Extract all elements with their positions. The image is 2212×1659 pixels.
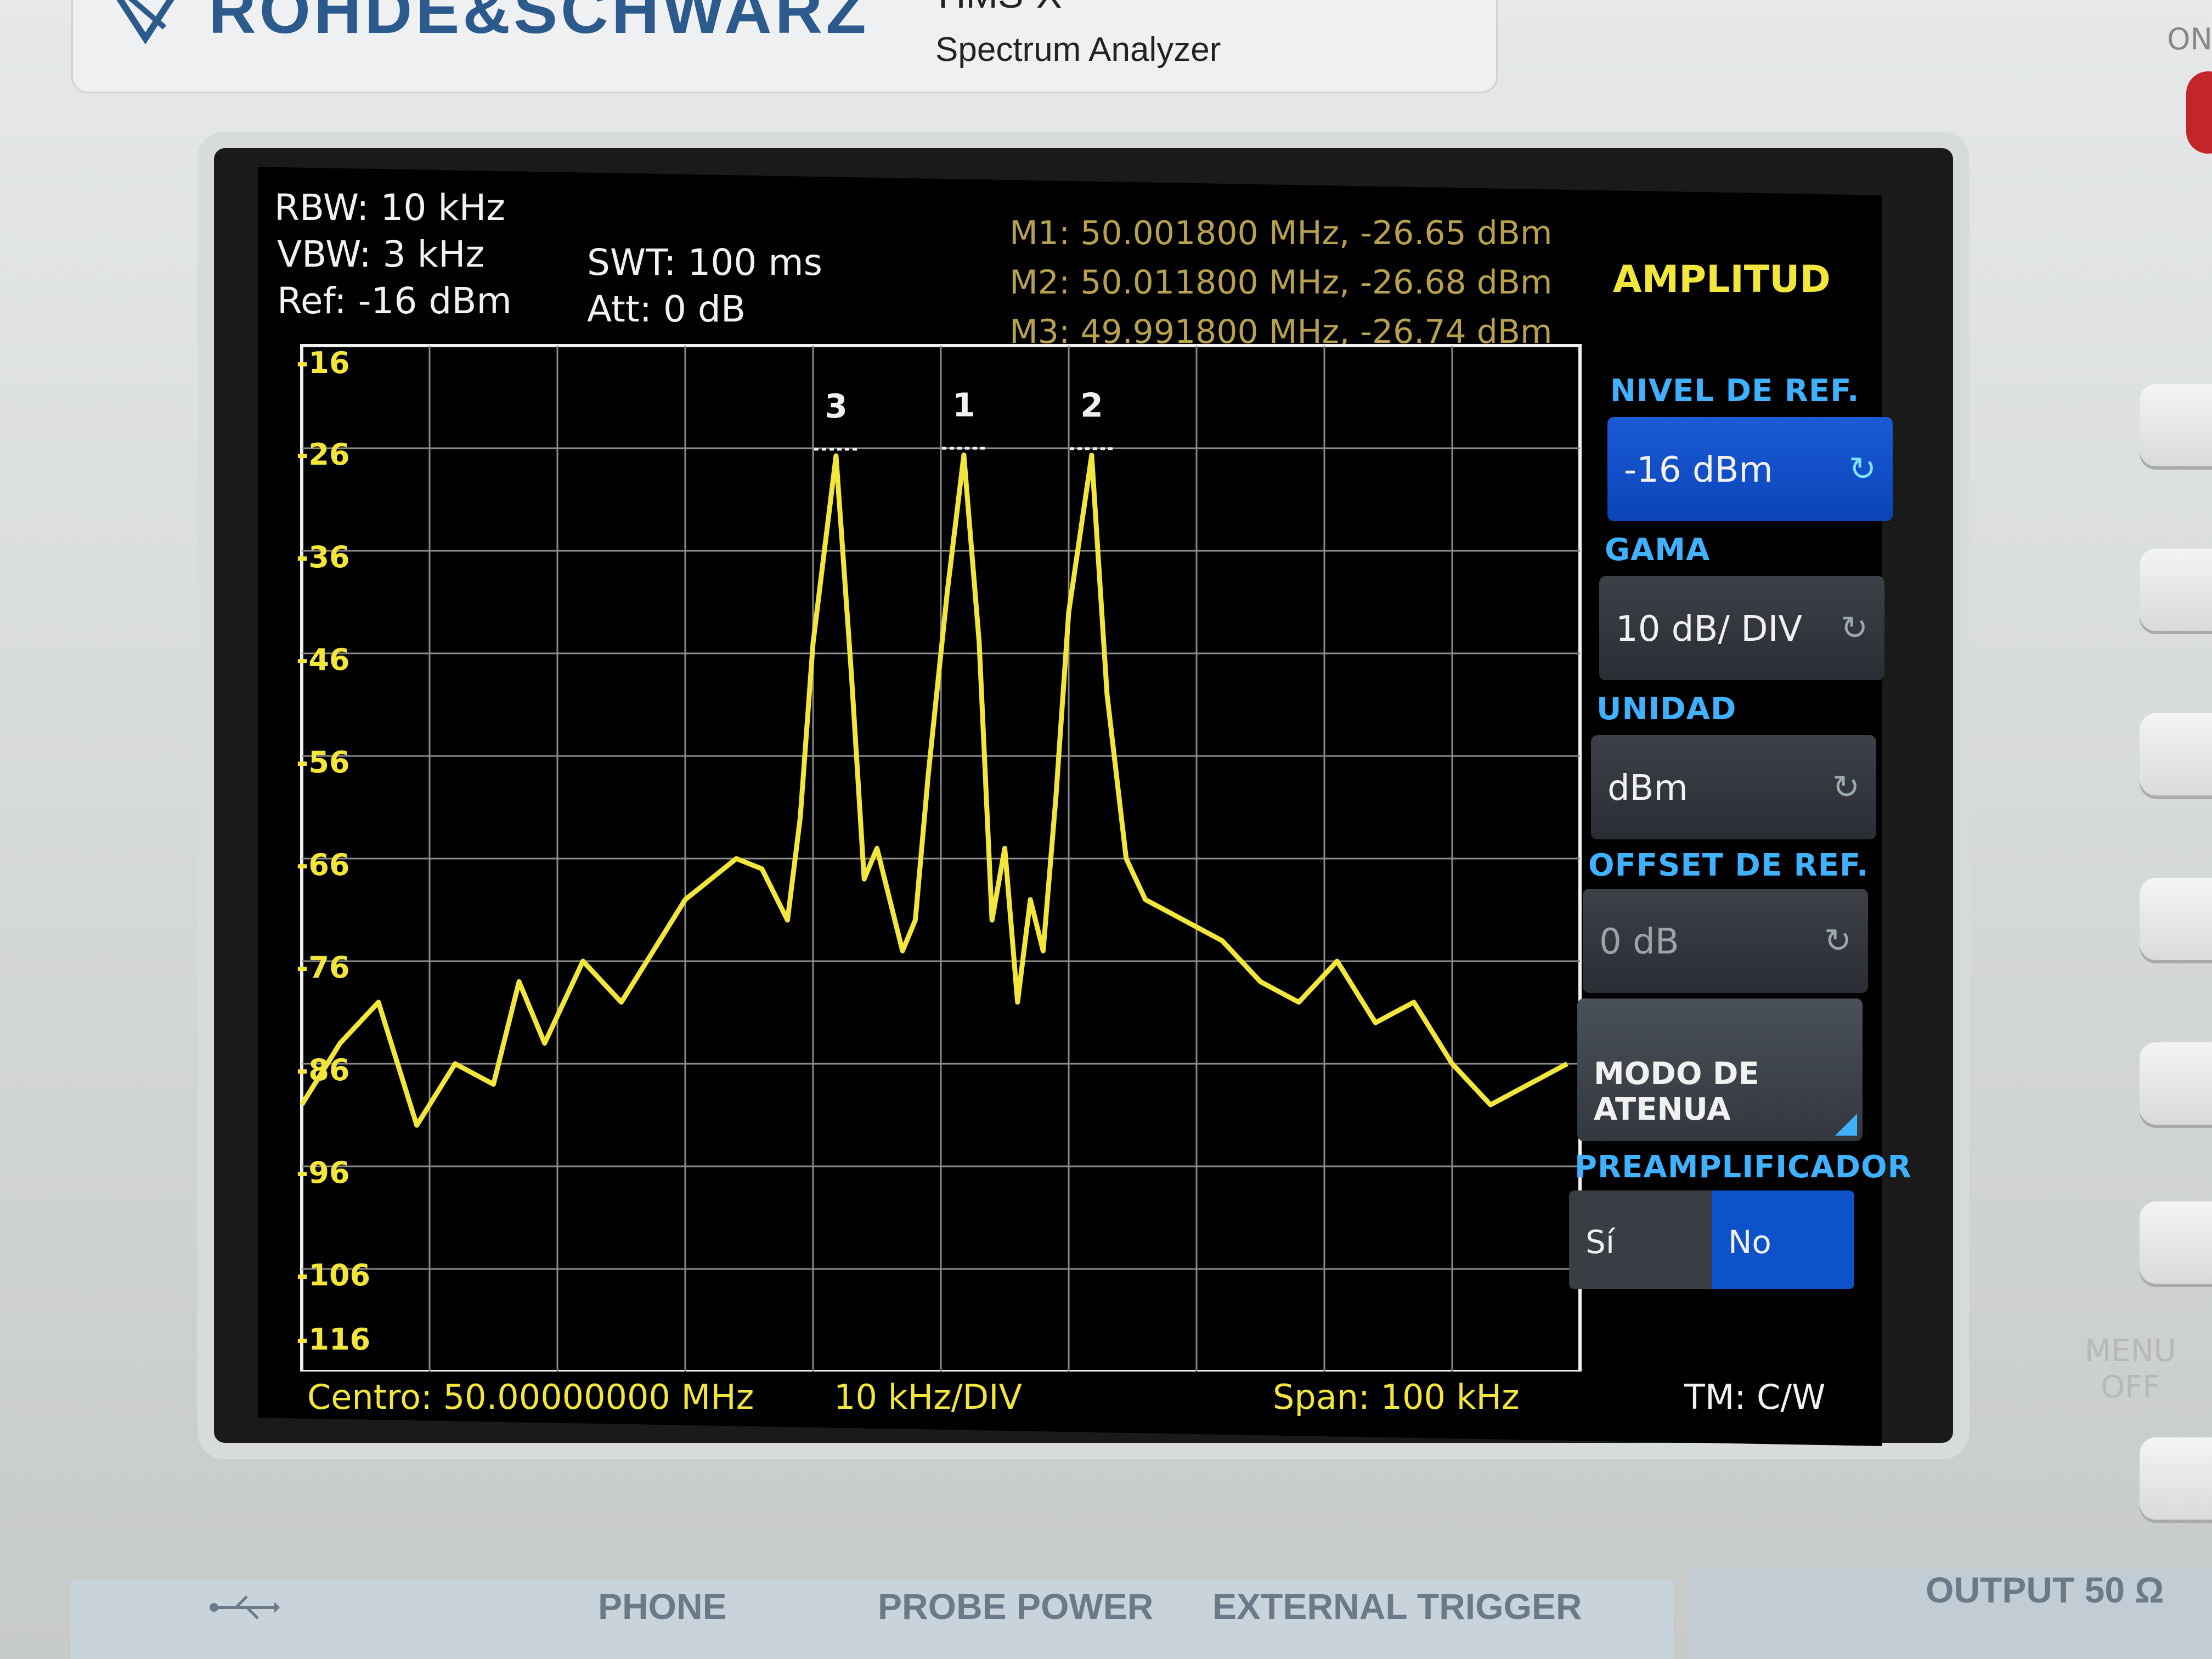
span-readout: Span: 100 kHz (1273, 1377, 1520, 1417)
softkey-hardware-button-6[interactable] (2140, 1201, 2212, 1284)
spectrum-plot-svg: 1 2 3 (300, 344, 1582, 1372)
y-tick-label: -76 (296, 950, 350, 985)
y-tick-label: -116 (296, 1322, 371, 1357)
rotary-knob-icon: ↻ (1848, 450, 1876, 488)
rohde-schwarz-logo-icon (116, 0, 174, 44)
marker-m2-readout: M2: 50.011800 MHz, -26.68 dBm (1009, 263, 1553, 302)
model-name: HMS-X (938, 0, 1062, 16)
preamp-yes-option[interactable]: Sí (1569, 1190, 1712, 1289)
rotary-knob-icon: ↻ (1840, 609, 1868, 647)
softkey-hardware-button-5[interactable] (2140, 1042, 2212, 1125)
range-softkey[interactable]: 10 dB/ DIV ↻ (1599, 576, 1884, 680)
unit-label: UNIDAD (1596, 691, 1737, 727)
softkey-hardware-button-4[interactable] (2140, 878, 2212, 960)
external-trigger-port-label: EXTERNAL TRIGGER (1212, 1586, 1582, 1627)
y-tick-label: -36 (296, 540, 350, 574)
attenuation-mode-label: MODO DE ATENUA (1594, 1056, 1759, 1127)
spectrum-plot: 1 2 3 (280, 335, 1585, 1372)
unit-value: dBm (1607, 768, 1688, 809)
sweep-time-readout: SWT: 100 ms (587, 241, 823, 284)
marker-m1-readout: M1: 50.001800 MHz, -26.65 dBm (1009, 214, 1553, 252)
ref-offset-label: OFFSET DE REF. (1588, 848, 1869, 883)
preamp-label: PREAMPLIFICADOR (1575, 1149, 1912, 1185)
frequency-per-division: 10 kHz/DIV (834, 1377, 1022, 1417)
submenu-indicator-icon (1835, 1114, 1857, 1136)
output-port-label: OUTPUT 50 Ω (1926, 1570, 2164, 1610)
y-tick-label: -46 (296, 642, 350, 677)
softkey-hardware-button-2[interactable] (2140, 549, 2212, 631)
preamp-yes-text: Sí (1585, 1223, 1615, 1261)
y-tick-label: -66 (296, 848, 350, 882)
rbw-readout: RBW: 10 kHz (274, 187, 505, 229)
ref-level-label: NIVEL DE REF. (1610, 373, 1860, 409)
attenuation-mode-softkey[interactable]: MODO DE ATENUA (1577, 998, 1863, 1141)
usb-icon (210, 1595, 280, 1620)
softkey-hardware-button-1[interactable] (2140, 384, 2212, 466)
softkey-hardware-button-3[interactable] (2140, 713, 2212, 795)
rotary-knob-icon: ↻ (1832, 768, 1860, 806)
ref-level-readout: Ref: -16 dBm (277, 280, 512, 322)
brand-name: ROHDE&SCHWARZ (208, 0, 870, 47)
y-tick-label: -96 (296, 1155, 350, 1190)
trigger-mode-readout: TM: C/W (1684, 1377, 1826, 1417)
power-label: ON (2167, 22, 2212, 57)
y-tick-label: -16 (296, 346, 350, 380)
unit-softkey[interactable]: dBm ↻ (1591, 735, 1876, 839)
device-subtitle: Spectrum Analyzer (935, 31, 1221, 69)
menu-title: AMPLITUD (1613, 258, 1831, 301)
marker-label: 1 (952, 386, 975, 425)
power-button[interactable] (2186, 71, 2212, 154)
rotary-knob-icon: ↻ (1824, 922, 1852, 960)
preamp-no-text: No (1728, 1223, 1771, 1261)
range-value: 10 dB/ DIV (1616, 609, 1803, 650)
menu-off-text: MENU OFF (2085, 1333, 2176, 1405)
y-tick-label: -56 (296, 745, 350, 780)
preamp-no-option[interactable]: No (1712, 1190, 1854, 1289)
ref-offset-softkey[interactable]: 0 dB ↻ (1583, 889, 1868, 993)
center-frequency: Centro: 50.00000000 MHz (307, 1377, 754, 1417)
ref-offset-value: 0 dB (1599, 922, 1679, 962)
y-tick-label: -86 (296, 1053, 350, 1087)
preamp-toggle[interactable]: Sí No (1569, 1190, 1854, 1289)
phone-port-label: PHONE (598, 1586, 727, 1627)
range-label: GAMA (1605, 532, 1711, 568)
marker-label: 3 (825, 387, 848, 426)
ref-level-value: -16 dBm (1624, 450, 1773, 490)
marker-label: 2 (1080, 387, 1103, 425)
y-tick-label: -26 (296, 437, 350, 472)
menu-off-button[interactable] (2140, 1437, 2212, 1520)
vbw-readout: VBW: 3 kHz (277, 233, 485, 275)
menu-off-label: MENU OFF (2085, 1333, 2176, 1406)
y-tick-label: -106 (296, 1258, 371, 1293)
probe-power-port-label: PROBE POWER (878, 1586, 1154, 1627)
ref-level-softkey[interactable]: -16 dBm ↻ (1607, 417, 1893, 521)
attenuation-readout: Att: 0 dB (587, 288, 746, 330)
